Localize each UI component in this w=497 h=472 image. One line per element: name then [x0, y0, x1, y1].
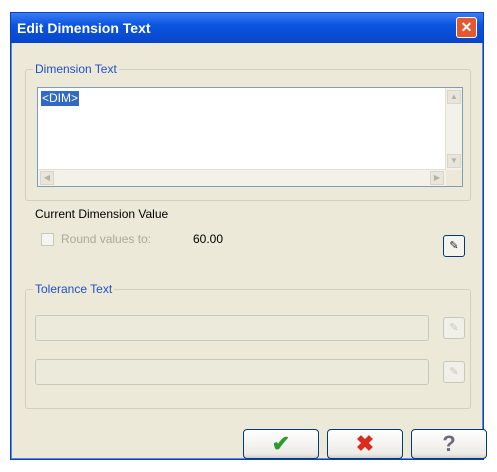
tolerance-upper-edit-button[interactable]: ✎: [443, 317, 465, 339]
title-bar[interactable]: Edit Dimension Text ✕: [11, 13, 483, 43]
ok-button[interactable]: ✔: [243, 429, 319, 459]
scroll-down-icon[interactable]: ▼: [447, 154, 461, 168]
edit-icon: ✎: [449, 366, 459, 378]
horizontal-scrollbar[interactable]: ◀ ▶: [38, 169, 446, 186]
close-button[interactable]: ✕: [456, 17, 477, 38]
current-dimension-value-label: Current Dimension Value: [35, 207, 169, 221]
tolerance-text-group: [25, 289, 471, 409]
dimension-text-value: <DIM>: [41, 91, 80, 106]
help-button[interactable]: ?: [411, 429, 487, 459]
round-values-checkbox[interactable]: [41, 233, 54, 246]
window-title: Edit Dimension Text: [17, 20, 151, 36]
dimension-text-input[interactable]: <DIM> ▲ ▼ ◀ ▶: [37, 87, 463, 187]
x-icon: ✖: [355, 431, 375, 456]
round-values-label: Round values to:: [61, 232, 152, 246]
cancel-button[interactable]: ✖: [327, 429, 403, 459]
tolerance-field-upper[interactable]: [35, 315, 429, 341]
scroll-left-icon[interactable]: ◀: [40, 171, 54, 185]
question-icon: ?: [442, 431, 456, 456]
checkmark-icon: ✔: [271, 431, 291, 456]
scroll-right-icon[interactable]: ▶: [430, 171, 444, 185]
tolerance-lower-edit-button[interactable]: ✎: [443, 361, 465, 383]
edit-icon: ✎: [449, 322, 459, 334]
tolerance-field-lower[interactable]: [35, 359, 429, 385]
close-icon: ✕: [460, 19, 473, 35]
scrollbar-corner: [446, 170, 462, 186]
edit-icon: ✎: [449, 240, 459, 252]
current-dimension-value: 60.00: [193, 232, 224, 246]
dimension-text-label: Dimension Text: [33, 62, 119, 76]
scroll-up-icon[interactable]: ▲: [447, 90, 461, 104]
edit-dimension-text-dialog: Edit Dimension Text ✕ Dimension Text <DI…: [10, 12, 487, 460]
vertical-scrollbar[interactable]: ▲ ▼: [445, 88, 462, 170]
tolerance-text-label: Tolerance Text: [33, 282, 115, 296]
insert-value-button[interactable]: ✎: [443, 235, 465, 257]
